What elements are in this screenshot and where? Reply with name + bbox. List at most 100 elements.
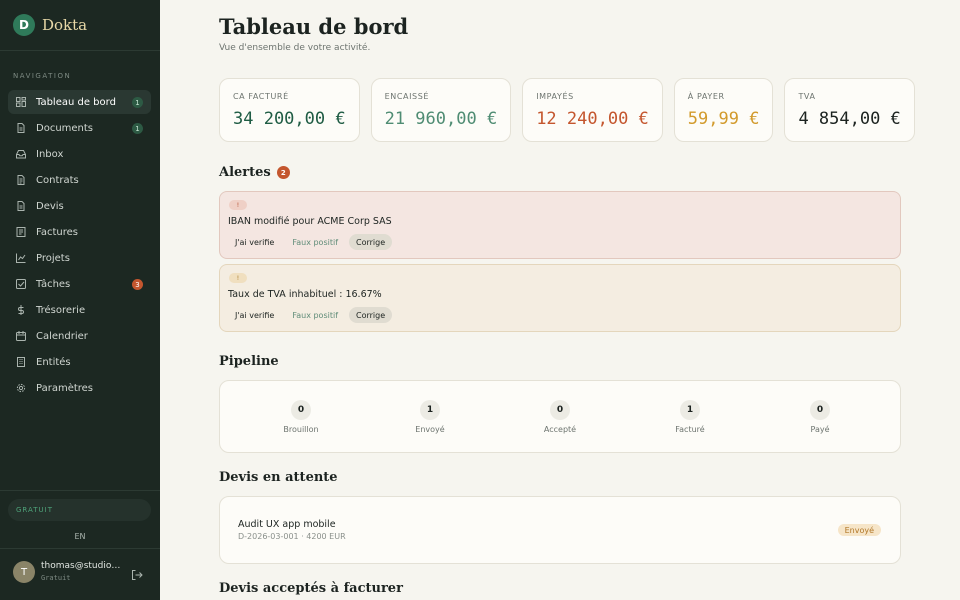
sidebar-item-label: Tâches (36, 278, 71, 290)
sidebar-divider (0, 490, 160, 491)
status-badge: Envoyé (837, 524, 881, 536)
sidebar-item-label: Devis (36, 200, 64, 212)
verified-button[interactable]: J'ai verifie (228, 234, 281, 250)
page-subtitle: Vue d'ensemble de votre activité. (219, 43, 371, 53)
pipeline-stage-envoye[interactable]: 1 Envoyé (390, 400, 470, 434)
sidebar-nav: Tableau de bord 1 Documents 1 Inbox Cont… (8, 90, 151, 402)
stage-label: Accepté (543, 425, 577, 434)
brand-name: Dokta (42, 16, 88, 34)
nav-section-label: NAVIGATION (13, 72, 72, 80)
user-plan: Gratuit (41, 574, 71, 582)
brand[interactable]: D Dokta (0, 0, 160, 51)
kpi-card-impayes[interactable]: IMPAYÉS 12 240,00 € (522, 78, 663, 142)
sidebar-item-label: Projets (36, 252, 70, 264)
stage-label: Brouillon (283, 425, 319, 434)
alert-actions: J'ai verifie Faux positif Corrige (228, 234, 393, 250)
chart-icon (16, 253, 26, 263)
sidebar-item-label: Tableau de bord (36, 96, 116, 108)
sidebar-item-projets[interactable]: Projets (8, 246, 151, 270)
sidebar-item-label: Contrats (36, 174, 79, 186)
stage-count: 0 (550, 400, 570, 420)
kpi-label: CA FACTURÉ (233, 92, 289, 101)
sidebar-item-entites[interactable]: Entités (8, 350, 151, 374)
stage-count: 0 (810, 400, 830, 420)
sidebar-item-label: Factures (36, 226, 78, 238)
user-divider (0, 548, 160, 549)
sidebar-item-label: Inbox (36, 148, 64, 160)
inbox-icon (16, 149, 26, 159)
alert-severity-badge: ! (229, 273, 247, 283)
stage-label: Envoyé (415, 425, 445, 434)
kpi-card-encaisse[interactable]: ENCAISSÉ 21 960,00 € (370, 78, 512, 142)
stage-count: 1 (420, 400, 440, 420)
false-positive-button[interactable]: Faux positif (285, 234, 345, 250)
sidebar-item-documents[interactable]: Documents 1 (8, 116, 151, 140)
kpi-label: ENCAISSÉ (384, 92, 430, 101)
kpi-card-tva[interactable]: TVA 4 854,00 € (784, 78, 915, 142)
alert-card: ! IBAN modifié pour ACME Corp SAS J'ai v… (219, 191, 901, 259)
kpi-value: 4 854,00 € (798, 109, 901, 129)
stage-label: Payé (810, 425, 830, 434)
quote-title: Audit UX app mobile (238, 519, 336, 530)
gear-icon (16, 383, 26, 393)
kpi-label: IMPAYÉS (536, 92, 574, 101)
kpi-row: CA FACTURÉ 34 200,00 € ENCAISSÉ 21 960,0… (219, 78, 915, 142)
plan-pill[interactable]: GRATUIT (8, 499, 151, 521)
invoice-icon (16, 227, 26, 237)
avatar[interactable]: T (13, 561, 35, 583)
quote-icon (16, 201, 26, 211)
pipeline-stage-brouillon[interactable]: 0 Brouillon (261, 400, 341, 434)
sidebar-item-factures[interactable]: Factures (8, 220, 151, 244)
sidebar-item-badge: 1 (132, 123, 143, 134)
sidebar-item-label: Entités (36, 356, 71, 368)
sidebar-item-tresorerie[interactable]: Trésorerie (8, 298, 151, 322)
user-email: thomas@studiow... (41, 561, 121, 571)
false-positive-button[interactable]: Faux positif (285, 307, 345, 323)
alerts-title: Alertes 2 (219, 165, 290, 180)
dollar-icon (16, 305, 26, 315)
quote-meta: D-2026-03-001 · 4200 EUR (238, 532, 346, 541)
sidebar-item-parametres[interactable]: Paramètres (8, 376, 151, 400)
sidebar-item-badge: 1 (132, 97, 143, 108)
alert-card: ! Taux de TVA inhabituel : 16.67% J'ai v… (219, 264, 901, 332)
main-content: Tableau de bord Vue d'ensemble de votre … (160, 0, 960, 600)
sidebar-item-label: Paramètres (36, 382, 94, 394)
sidebar-item-contrats[interactable]: Contrats (8, 168, 151, 192)
kpi-value: 59,99 € (687, 109, 760, 129)
alert-message: IBAN modifié pour ACME Corp SAS (228, 216, 392, 227)
accepted-quotes-title: Devis acceptés à facturer (219, 581, 403, 596)
stage-count: 0 (291, 400, 311, 420)
stage-count: 1 (680, 400, 700, 420)
document-icon (16, 123, 26, 133)
sidebar-item-badge: 3 (132, 279, 143, 290)
kpi-value: 34 200,00 € (233, 109, 346, 129)
alert-severity-badge: ! (229, 200, 247, 210)
pipeline-stage-accepte[interactable]: 0 Accepté (520, 400, 600, 434)
sidebar-item-tableau-de-bord[interactable]: Tableau de bord 1 (8, 90, 151, 114)
kpi-card-a-payer[interactable]: À PAYER 59,99 € (673, 78, 774, 142)
verified-button[interactable]: J'ai verifie (228, 307, 281, 323)
alert-actions: J'ai verifie Faux positif Corrige (228, 307, 393, 323)
logout-icon[interactable] (131, 566, 143, 580)
calendar-icon (16, 331, 26, 341)
pending-quote-row[interactable]: Audit UX app mobile D-2026-03-001 · 4200… (219, 496, 901, 564)
kpi-value: 12 240,00 € (536, 109, 649, 129)
sidebar-item-label: Calendrier (36, 330, 88, 342)
sidebar-item-devis[interactable]: Devis (8, 194, 151, 218)
pipeline-stage-facture[interactable]: 1 Facturé (650, 400, 730, 434)
kpi-card-ca-facture[interactable]: CA FACTURÉ 34 200,00 € (219, 78, 360, 142)
language-switch[interactable]: EN (0, 532, 160, 541)
sidebar-item-inbox[interactable]: Inbox (8, 142, 151, 166)
sidebar-item-taches[interactable]: Tâches 3 (8, 272, 151, 296)
pipeline-card: 0 Brouillon 1 Envoyé 0 Accepté 1 Facturé… (219, 380, 901, 453)
alert-message: Taux de TVA inhabituel : 16.67% (228, 289, 382, 300)
kpi-label: TVA (798, 92, 816, 101)
alerts-title-text: Alertes (219, 165, 271, 180)
sidebar-item-label: Documents (36, 122, 94, 134)
building-icon (16, 357, 26, 367)
fixed-button[interactable]: Corrige (349, 234, 393, 250)
pipeline-stage-paye[interactable]: 0 Payé (780, 400, 860, 434)
fixed-button[interactable]: Corrige (349, 307, 393, 323)
pending-quotes-title: Devis en attente (219, 470, 338, 485)
sidebar-item-calendrier[interactable]: Calendrier (8, 324, 151, 348)
